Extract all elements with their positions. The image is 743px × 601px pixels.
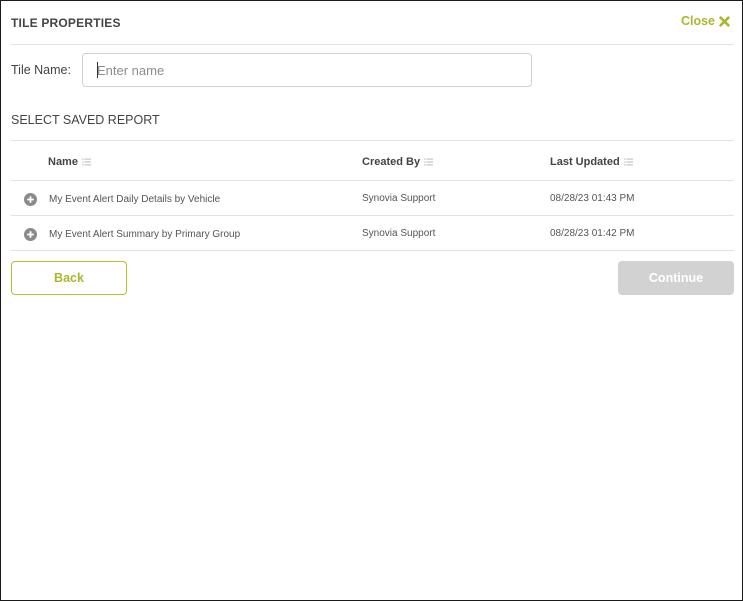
text-caret: [97, 62, 98, 78]
sort-list-icon: [424, 158, 434, 166]
column-header-label: Created By: [362, 156, 421, 168]
report-name: My Event Alert Daily Details by Vehicle: [49, 194, 221, 205]
table-row[interactable]: My Event Alert Summary by Primary Group …: [11, 216, 734, 251]
column-header-label: Name: [48, 156, 78, 168]
tile-name-label: Tile Name:: [11, 63, 71, 77]
column-header-label: Last Updated: [550, 156, 620, 168]
close-x-icon: [719, 15, 730, 27]
column-header-last-updated[interactable]: Last Updated: [550, 156, 633, 168]
report-created-by: Synovia Support: [362, 193, 436, 204]
plus-circle-icon[interactable]: [24, 228, 37, 241]
saved-reports-table: Name Created By Last Updated My Event Al…: [11, 140, 734, 251]
plus-circle-icon[interactable]: [24, 193, 37, 206]
tile-name-input[interactable]: [82, 53, 532, 87]
back-button[interactable]: Back: [11, 261, 127, 295]
tile-properties-dialog: TILE PROPERTIES Close Tile Name: SELECT …: [0, 0, 743, 601]
dialog-title: TILE PROPERTIES: [11, 16, 121, 30]
close-label: Close: [680, 14, 715, 28]
report-name: My Event Alert Summary by Primary Group: [49, 229, 241, 240]
table-row[interactable]: My Event Alert Daily Details by Vehicle …: [11, 181, 734, 216]
report-last-updated: 08/28/23 01:42 PM: [550, 228, 635, 239]
report-last-updated: 08/28/23 01:43 PM: [550, 193, 635, 204]
report-created-by: Synovia Support: [362, 228, 436, 239]
close-button[interactable]: Close: [681, 14, 730, 28]
column-header-name[interactable]: Name: [48, 156, 91, 168]
sort-list-icon: [623, 158, 633, 166]
continue-button[interactable]: Continue: [618, 261, 734, 295]
table-header: Name Created By Last Updated: [11, 140, 734, 181]
header-divider: [11, 44, 734, 45]
section-label: SELECT SAVED REPORT: [11, 113, 160, 127]
sort-list-icon: [81, 158, 91, 166]
column-header-created-by[interactable]: Created By: [362, 156, 434, 168]
